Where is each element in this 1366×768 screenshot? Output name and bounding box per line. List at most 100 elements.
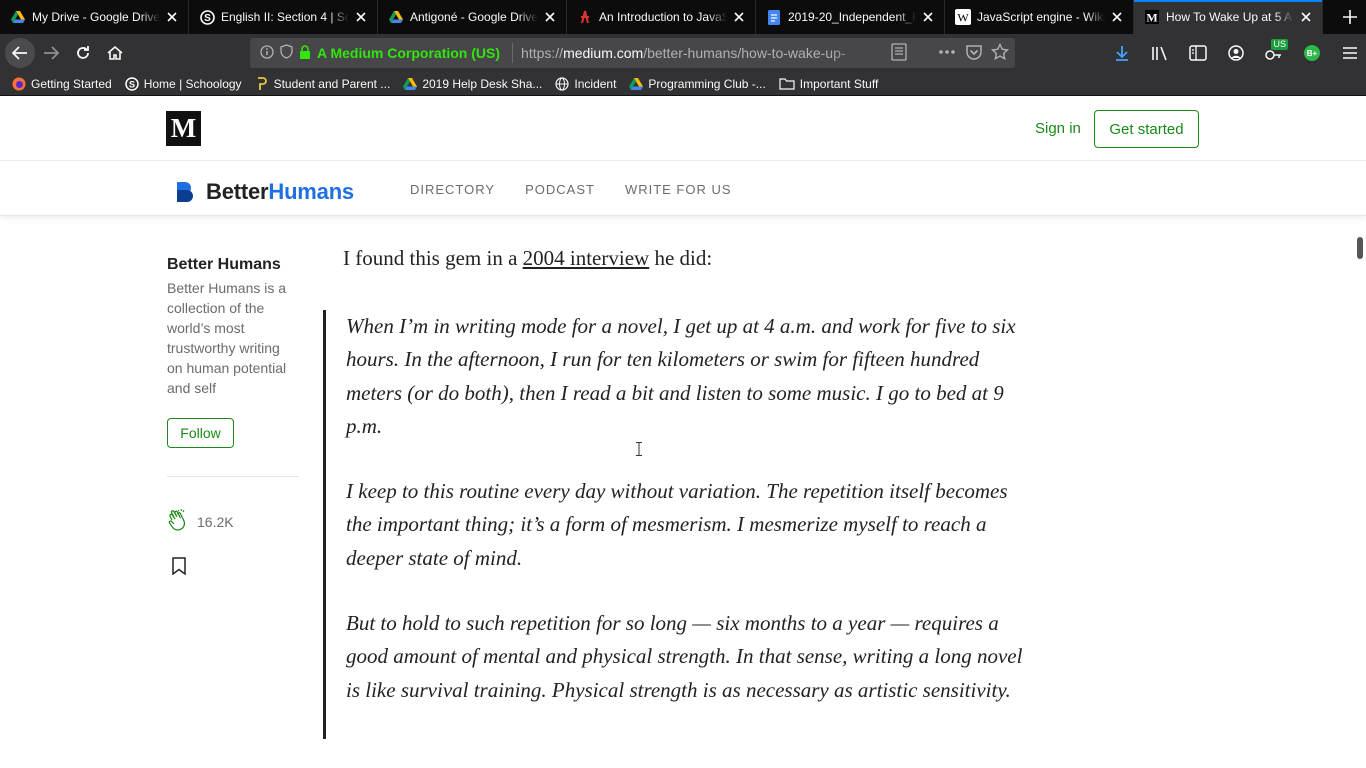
interview-link[interactable]: 2004 interview [523, 246, 650, 270]
bookmark-getting-started[interactable]: Getting Started [12, 77, 112, 91]
home-icon [107, 45, 123, 60]
back-button[interactable] [5, 38, 35, 68]
tab-title: My Drive - Google Drive [32, 10, 160, 24]
star-bookmark-icon[interactable] [990, 42, 1010, 64]
clap-control[interactable]: 16.2K [167, 508, 299, 535]
google-drive-icon [10, 9, 26, 25]
bookmark-help-desk[interactable]: 2019 Help Desk Sha... [403, 77, 542, 91]
sign-in-link[interactable]: Sign in [1035, 120, 1081, 137]
reader-view-icon[interactable] [891, 43, 907, 64]
bookmark-student-parent[interactable]: Student and Parent ... [255, 76, 390, 91]
tab-my-drive[interactable]: My Drive - Google Drive [0, 0, 189, 34]
url-text[interactable]: https://medium.com/better-humans/how-to-… [521, 45, 871, 61]
close-icon[interactable] [542, 9, 558, 25]
web-page: M Sign in Get started Better Humans DIREC… [0, 96, 1366, 768]
url-domain: medium.com [563, 45, 644, 61]
forward-button[interactable] [35, 37, 67, 69]
tab-javascript-intro[interactable]: An Introduction to JavaScript [567, 0, 756, 34]
medium-icon: M [1144, 9, 1160, 25]
tab-strip: My Drive - Google Drive S English II: Se… [0, 0, 1366, 34]
lock-icon[interactable] [299, 44, 311, 62]
tab-schoology[interactable]: S English II: Section 4 | Schoology [189, 0, 378, 34]
clap-icon[interactable] [167, 508, 189, 535]
tab-antigone[interactable]: Antigoné - Google Drive [378, 0, 567, 34]
tab-independent-reading[interactable]: 2019-20_Independent_R [756, 0, 945, 34]
google-drive-icon [388, 9, 404, 25]
page-actions-icon[interactable] [937, 43, 957, 64]
divider [167, 476, 299, 477]
close-icon[interactable] [164, 9, 180, 25]
publication-sidebar: Better Humans Better Humans is a collect… [167, 256, 299, 580]
globe-icon [555, 76, 569, 91]
bookmark-label: 2019 Help Desk Sha... [422, 76, 543, 91]
toolbar-right: US B+ [1106, 37, 1366, 69]
quote-paragraph: I keep to this routine every day without… [346, 479, 1008, 570]
tab-medium-article[interactable]: M How To Wake Up at 5 A.M. [1134, 0, 1323, 34]
scrollbar-thumb[interactable] [1357, 237, 1363, 259]
account-button[interactable] [1220, 37, 1252, 69]
tab-title: Antigoné - Google Drive [410, 10, 538, 24]
library-button[interactable] [1144, 37, 1176, 69]
sidebar-publication-name[interactable]: Better Humans [167, 256, 299, 274]
schoology-icon: S [124, 76, 139, 91]
sidebar-description: Better Humans is a collection of the wor… [167, 280, 287, 396]
sidebar-icon [1189, 45, 1207, 61]
menu-button[interactable] [1334, 37, 1366, 69]
article-paragraph: I found this gem in a 2004 interview he … [343, 246, 1033, 271]
tab-title: How To Wake Up at 5 A.M. [1166, 10, 1294, 24]
page-icon [255, 76, 269, 91]
google-drive-icon [629, 77, 644, 91]
firefox-icon [12, 77, 26, 91]
reload-button[interactable] [67, 37, 99, 69]
sidebar-toggle-button[interactable] [1182, 37, 1214, 69]
publication-bar: Better Humans DIRECTORY PODCAST WRITE FOR… [0, 161, 1366, 216]
bookmark-label: Incident [574, 76, 617, 91]
reload-icon [77, 46, 89, 59]
close-icon[interactable] [731, 9, 747, 25]
tab-wikipedia[interactable]: W JavaScript engine - Wikipedia [945, 0, 1134, 34]
nav-write-for-us[interactable]: WRITE FOR US [625, 182, 732, 197]
get-started-button[interactable]: Get started [1094, 110, 1199, 148]
publication-logo[interactable]: Better Humans [177, 179, 354, 205]
extension-button[interactable]: B+ [1296, 37, 1328, 69]
schoology-icon: S [199, 9, 215, 25]
site-identity-label[interactable]: A Medium Corporation (US) [317, 45, 500, 61]
nav-directory[interactable]: DIRECTORY [410, 182, 495, 197]
svg-text:S: S [129, 79, 135, 89]
follow-button[interactable]: Follow [167, 418, 234, 448]
bookmark-programming-club[interactable]: Programming Club -... [629, 76, 766, 91]
tab-title: 2019-20_Independent_R [788, 10, 916, 24]
close-icon[interactable] [1109, 9, 1125, 25]
new-tab-button[interactable] [1334, 0, 1366, 34]
bookmark-label: Home | Schoology [143, 76, 242, 91]
bookmark-incident[interactable]: Incident [555, 77, 616, 91]
medium-logo[interactable]: M [166, 111, 201, 146]
bookmark-schoology[interactable]: S Home | Schoology [124, 76, 242, 91]
close-icon[interactable] [353, 9, 369, 25]
wikipedia-icon: W [955, 9, 971, 25]
tab-title: JavaScript engine - Wikipedia [977, 10, 1105, 24]
close-icon[interactable] [1298, 9, 1314, 25]
home-button[interactable] [99, 37, 131, 69]
address-bar[interactable]: A Medium Corporation (US) https://medium… [250, 38, 1015, 68]
bookmark-label: Programming Club -... [648, 76, 766, 91]
downloads-button[interactable] [1106, 37, 1138, 69]
vpn-extension-button[interactable]: US [1258, 37, 1290, 69]
article-body: I found this gem in a 2004 interview he … [343, 246, 1033, 271]
tracking-shield-icon[interactable] [280, 44, 293, 62]
nav-podcast[interactable]: PODCAST [525, 182, 595, 197]
bookmark-folder-important[interactable]: Important Stuff [779, 77, 878, 91]
bookmark-button[interactable] [172, 557, 299, 580]
divider [512, 43, 514, 63]
account-icon [1228, 45, 1244, 61]
clap-count: 16.2K [197, 513, 234, 530]
pocket-icon[interactable] [965, 43, 983, 64]
quote-paragraph: But to hold to such repetition for so lo… [346, 611, 1023, 702]
better-humans-logo-icon [177, 182, 193, 202]
plus-icon [1343, 10, 1357, 24]
url-scheme: https:// [521, 45, 564, 61]
close-icon[interactable] [920, 9, 936, 25]
quote-paragraph: When I’m in writing mode for a novel, I … [346, 314, 1016, 438]
paragraph-text: I found this gem in a [343, 246, 523, 270]
info-icon[interactable] [260, 44, 274, 62]
